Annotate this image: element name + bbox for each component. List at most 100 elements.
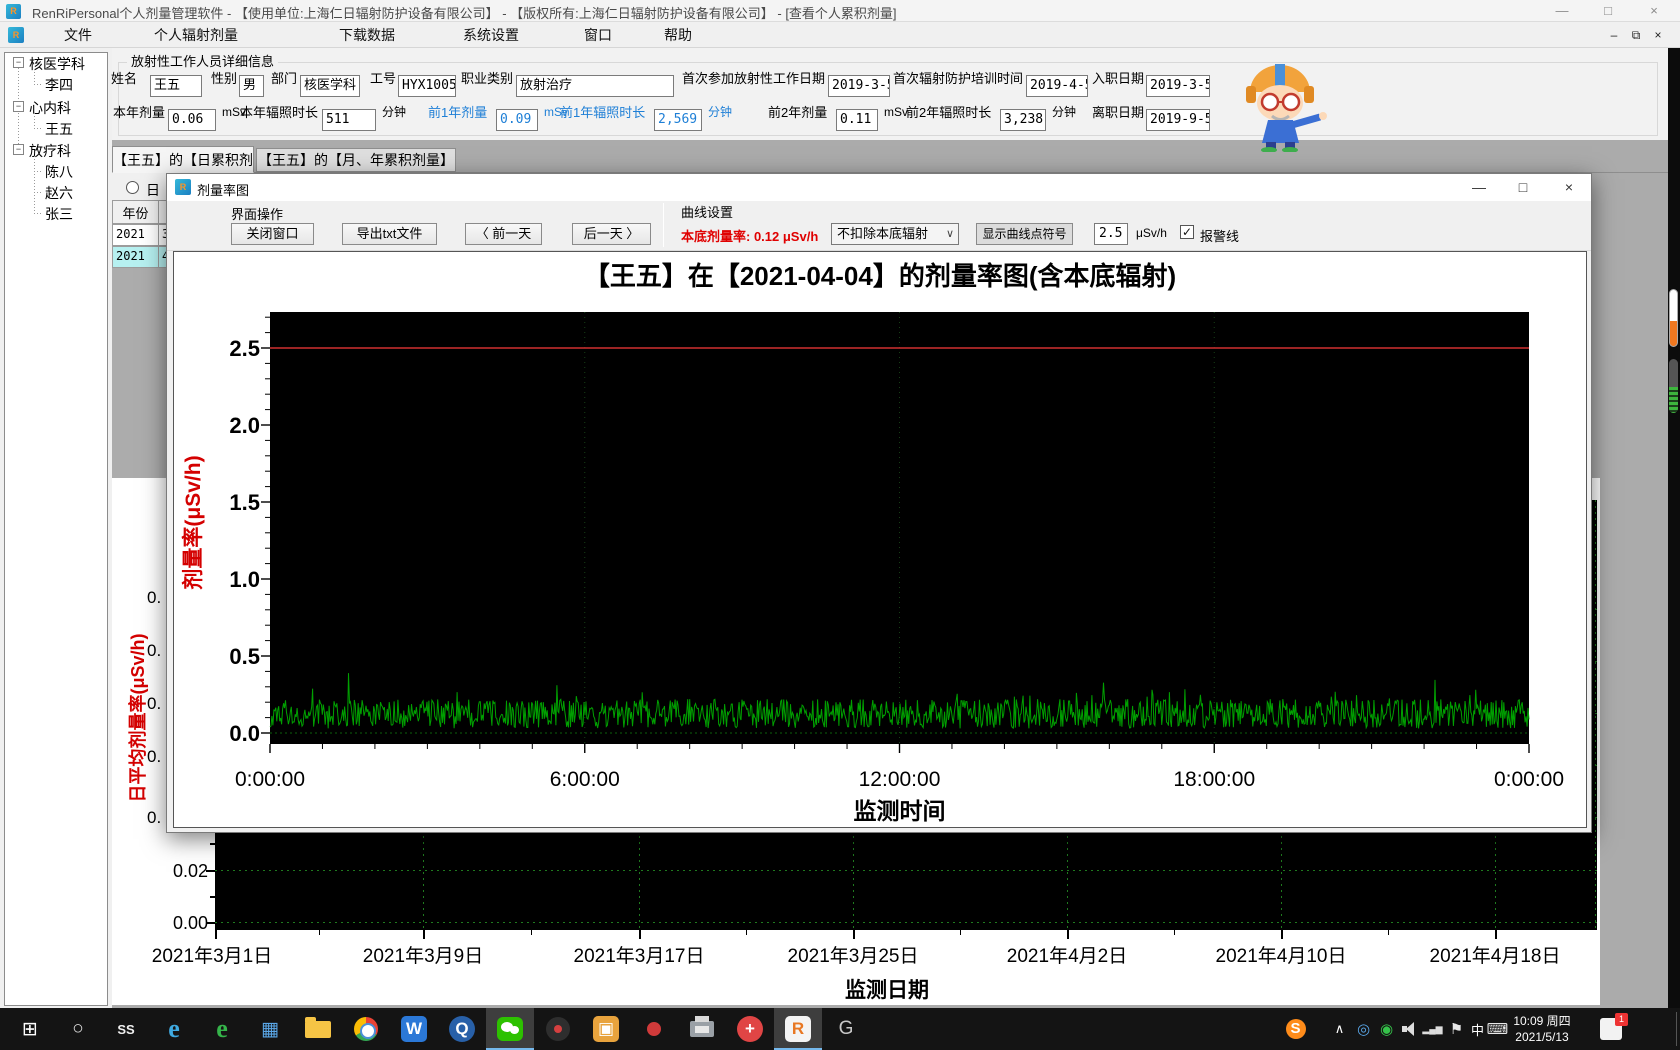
app-printer-icon — [690, 1021, 714, 1037]
bg-date-label: 2021年3月25日 — [768, 941, 938, 968]
app-browser-green[interactable]: e — [198, 1008, 246, 1050]
tray-flag-icon[interactable]: ⚑ — [1445, 1008, 1468, 1050]
app-wechat[interactable] — [486, 1008, 534, 1050]
dialog-title: 剂量率图 — [197, 180, 249, 199]
bg-xtick-minor — [1388, 930, 1389, 935]
dose-rate-dialog: R 剂量率图 — □ × 界面操作 关闭窗口 导出txt文件 〈 前一天 后一天… — [166, 173, 1592, 833]
close-window-button[interactable]: 关闭窗口 — [231, 223, 314, 245]
tab-daily-dose[interactable]: 【王五】的【日累积剂量】 — [112, 146, 254, 173]
bg-xtick-mark — [639, 930, 641, 939]
tray-sogou-input-glyph: S — [1286, 1019, 1306, 1039]
bg-date-label: 2021年4月2日 — [982, 941, 1152, 968]
bg-date-label: 2021年4月10日 — [1196, 941, 1366, 968]
bg-gridline-v — [1595, 500, 1596, 930]
tray-flag-icon-glyph: ⚑ — [1450, 1020, 1463, 1038]
bg-date-label: 2021年3月9日 — [338, 941, 508, 968]
tray-wechat-icon[interactable]: ◉ — [1375, 1008, 1398, 1050]
app-qq-browser[interactable]: Q — [438, 1008, 486, 1050]
start-button[interactable]: ⊞ — [6, 1008, 54, 1050]
search-button[interactable]: ○ — [54, 1008, 102, 1050]
bg-xtick-mark — [1281, 930, 1283, 939]
svg-text:2.5: 2.5 — [229, 336, 260, 361]
svg-text:6:00:00: 6:00:00 — [550, 768, 620, 791]
bg-ytick-mark — [206, 922, 215, 924]
svg-text:1.0: 1.0 — [229, 567, 260, 592]
bg-ytick-clipped: 0. — [147, 747, 165, 767]
tray-network-icon-glyph: ▂▄▆ — [1422, 1024, 1442, 1035]
app-music-red-icon — [647, 1022, 661, 1036]
show-points-button[interactable]: 显示曲线点符号 — [976, 223, 1073, 245]
tray-notification-app[interactable]: 1 — [1594, 1008, 1628, 1050]
group-curve-settings: 曲线设置 — [681, 202, 733, 221]
alarm-unit-label: μSv/h — [1136, 226, 1167, 240]
app-gimp[interactable]: G — [822, 1008, 870, 1050]
bg-date-label: 2021年3月1日 — [127, 941, 297, 968]
app-wechat-icon — [497, 1017, 523, 1041]
tray-ime-zh-glyph: 中 — [1471, 1020, 1484, 1039]
dialog-minimize-button[interactable]: — — [1463, 177, 1495, 198]
dropdown-value: 不扣除本底辐射 — [837, 226, 928, 241]
dialog-toolbar: 界面操作 关闭窗口 导出txt文件 〈 前一天 后一天 〉 曲线设置 本底剂量率… — [167, 201, 1591, 251]
svg-text:剂量率(μSv/h): 剂量率(μSv/h) — [181, 455, 205, 589]
taskbar-clock[interactable]: 10:09 周四 2021/5/13 — [1502, 1014, 1582, 1045]
svg-text:18:00:00: 18:00:00 — [1173, 768, 1255, 791]
app-ss[interactable]: SS — [102, 1008, 150, 1050]
bg-xtick-mark — [1495, 930, 1497, 939]
app-grid-blue[interactable]: ▦ — [246, 1008, 294, 1050]
tray-sogou-input[interactable]: S — [1284, 1008, 1307, 1050]
bg-gridline-h — [215, 922, 1597, 923]
app-camera[interactable] — [534, 1008, 582, 1050]
app-renri-icon: R — [785, 1016, 811, 1042]
group-ui-operations: 界面操作 — [231, 204, 283, 223]
next-day-button[interactable]: 后一天 〉 — [572, 223, 651, 245]
bg-xtick-mark — [215, 930, 217, 939]
show-desktop-divider[interactable] — [1676, 1012, 1677, 1046]
app-music-red[interactable] — [630, 1008, 678, 1050]
app-file-explorer[interactable] — [294, 1008, 342, 1050]
tray-network-icon[interactable]: ▂▄▆ — [1421, 1008, 1444, 1050]
bg-date-label: 2021年3月17日 — [554, 941, 724, 968]
bg-xtick-mark — [423, 930, 425, 939]
bg-ytick-mark — [210, 843, 215, 845]
taskbar: ⊞○SSee▦WQ▣+RG S∧◎◉▂▄▆⚑中⌨ 10:09 周四 2021/5… — [0, 1008, 1680, 1050]
bg-xtick-mark — [853, 930, 855, 939]
chevron-down-icon: ∨ — [946, 224, 954, 244]
alarm-threshold-input[interactable]: 2.5 — [1094, 223, 1128, 245]
edge-overlay-slider-orange[interactable] — [1669, 289, 1678, 347]
bg-gridline-h — [215, 870, 1597, 871]
clock-date: 2021/5/13 — [1502, 1030, 1582, 1046]
edge-overlay-slider-green[interactable] — [1669, 359, 1678, 413]
bg-chart-xlabel: 监测日期 — [787, 974, 987, 1004]
tray-volume-icon[interactable] — [1398, 1008, 1421, 1050]
dialog-close-button[interactable]: × — [1553, 177, 1585, 198]
app-archive[interactable]: ▣ — [582, 1008, 630, 1050]
clock-time: 10:09 周四 — [1502, 1014, 1582, 1030]
app-wps[interactable]: W — [390, 1008, 438, 1050]
tray-expand-icon[interactable]: ∧ — [1328, 1008, 1351, 1050]
bg-xtick-minor — [1174, 930, 1175, 935]
table-row[interactable]: 2021 — [112, 224, 159, 246]
app-gimp-icon: G — [839, 1018, 854, 1040]
tray-wechat-icon-glyph: ◉ — [1380, 1020, 1393, 1038]
background-subtract-dropdown[interactable]: 不扣除本底辐射 ∨ — [831, 223, 959, 245]
tray-app-blue-icon[interactable]: ◎ — [1352, 1008, 1375, 1050]
daily-radio-button[interactable] — [126, 181, 139, 194]
table-row[interactable]: 2021 — [112, 246, 159, 268]
bg-ytick-clipped: 0. — [147, 588, 165, 608]
app-printer[interactable] — [678, 1008, 726, 1050]
app-edge[interactable]: e — [150, 1008, 198, 1050]
alarm-line-checkbox[interactable] — [1180, 225, 1194, 239]
app-chrome-icon — [354, 1017, 378, 1041]
app-camera-icon — [546, 1017, 570, 1041]
app-renri[interactable]: R — [774, 1008, 822, 1050]
svg-text:监测时间: 监测时间 — [854, 798, 946, 824]
app-security[interactable]: + — [726, 1008, 774, 1050]
dialog-maximize-button[interactable]: □ — [1507, 177, 1539, 198]
svg-text:0:00:00: 0:00:00 — [235, 768, 305, 791]
export-txt-button[interactable]: 导出txt文件 — [342, 223, 437, 245]
app-edge-icon: e — [168, 1014, 180, 1044]
bg-xtick-minor — [746, 930, 747, 935]
prev-day-button[interactable]: 〈 前一天 — [465, 223, 542, 245]
notification-badge: 1 — [1615, 1013, 1628, 1026]
app-chrome[interactable] — [342, 1008, 390, 1050]
